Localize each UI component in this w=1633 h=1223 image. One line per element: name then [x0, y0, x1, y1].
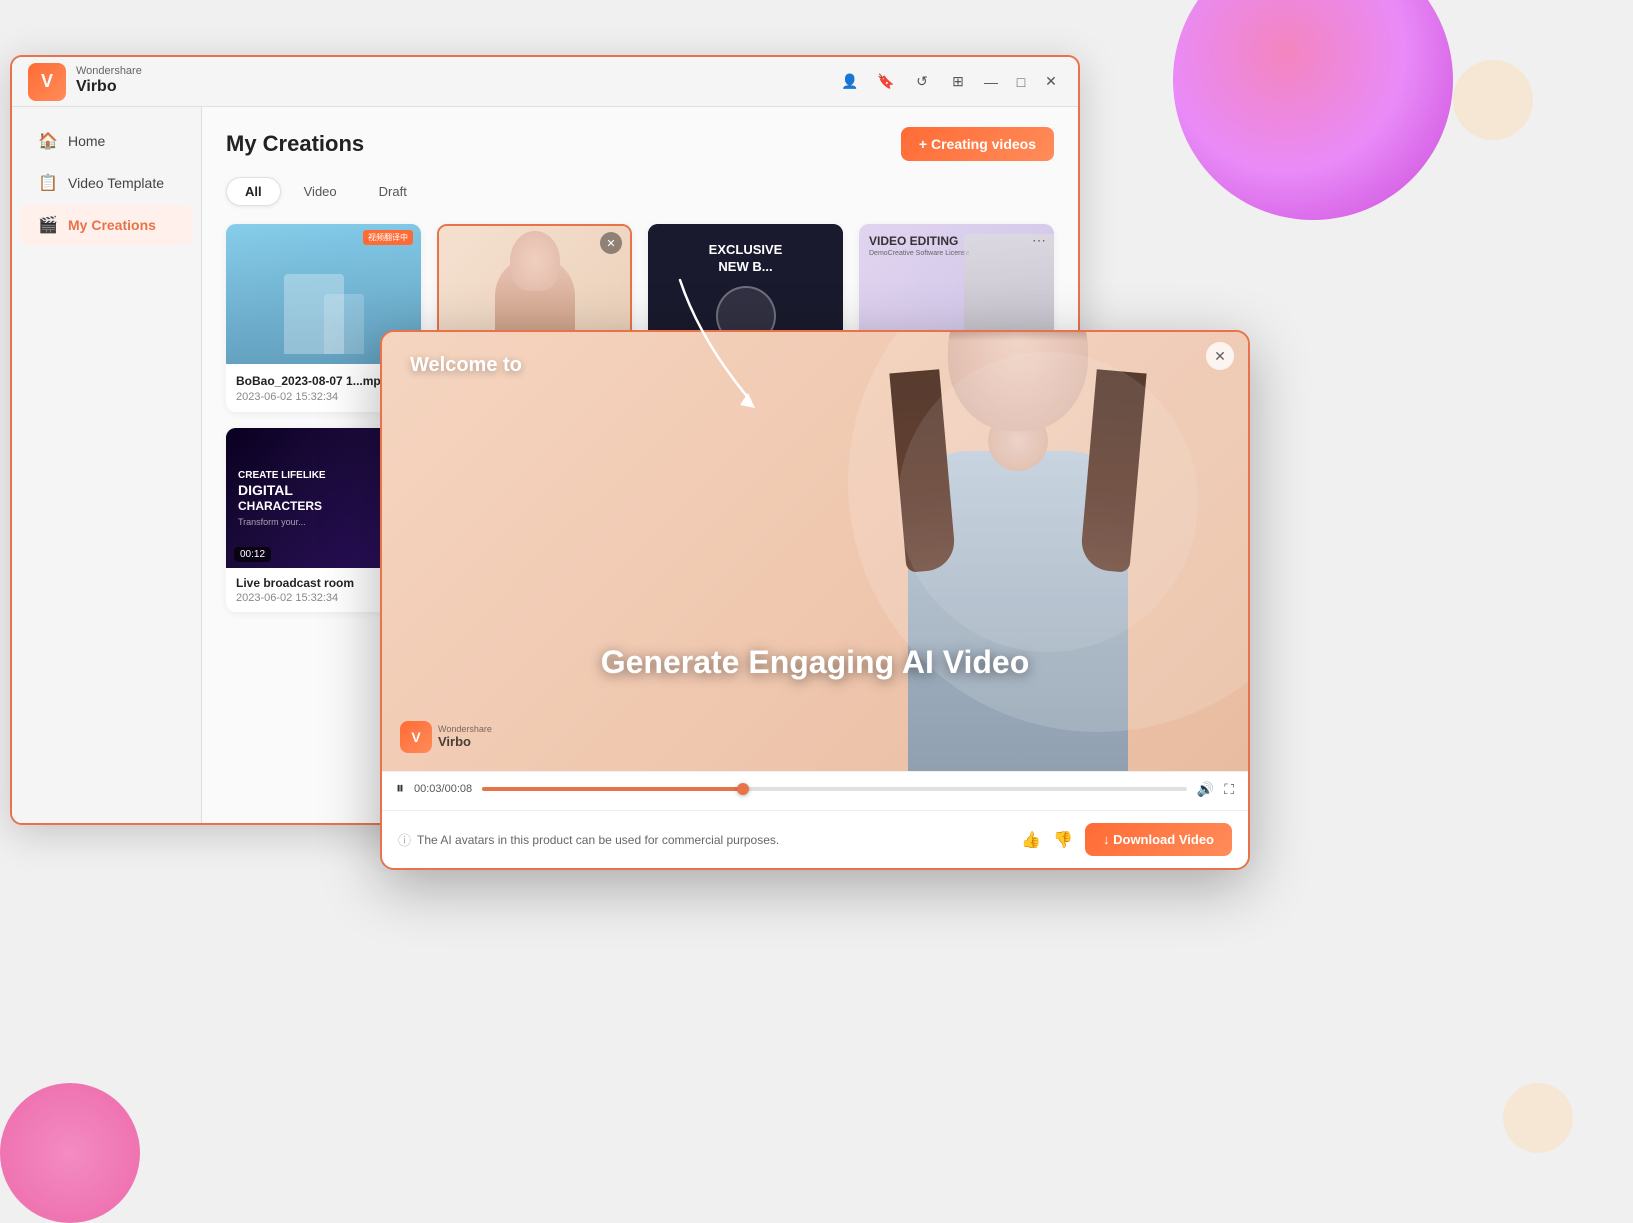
- app-logo: V: [28, 63, 66, 101]
- video-info-bar: ⓘ The AI avatars in this product can be …: [382, 810, 1248, 868]
- bookmark-icon[interactable]: 🔖: [872, 68, 900, 96]
- tab-draft[interactable]: Draft: [360, 177, 426, 206]
- video-controls: ⏸ 00:03/00:08 🔊 ⛶: [382, 771, 1248, 810]
- tab-all[interactable]: All: [226, 177, 281, 206]
- video-modal: Welcome to ✕ Generat: [380, 330, 1250, 870]
- fullscreen-icon[interactable]: ⛶: [1224, 781, 1234, 798]
- video-welcome-text: Welcome to: [410, 354, 522, 377]
- video-template-icon: 📋: [38, 173, 58, 193]
- bg-decoration-pink: [1173, 0, 1453, 220]
- brand-name-bottom: Virbo: [76, 77, 142, 96]
- info-text-container: ⓘ The AI avatars in this product can be …: [398, 830, 779, 849]
- sidebar-item-home[interactable]: 🏠 Home: [20, 121, 193, 161]
- home-icon: 🏠: [38, 131, 58, 151]
- brand-name-top: Wondershare: [76, 66, 142, 77]
- progress-thumb: [737, 783, 749, 795]
- time-display: 00:03/00:08: [414, 783, 472, 795]
- action-icons: 👍 👎 ↓ Download Video: [1021, 823, 1232, 856]
- video-duration-5: 00:12: [234, 547, 271, 562]
- bg-decoration-cream: [1453, 60, 1533, 140]
- create-videos-button[interactable]: + Creating videos: [901, 127, 1054, 161]
- ws-logo-in-video: V Wondershare Virbo: [400, 721, 492, 753]
- sidebar-label-my-creations: My Creations: [68, 217, 156, 233]
- sidebar-item-video-template[interactable]: 📋 Video Template: [20, 163, 193, 203]
- sidebar-label-video-template: Video Template: [68, 175, 164, 191]
- volume-icon[interactable]: 🔊: [1197, 781, 1214, 798]
- tabs-container: All Video Draft: [226, 177, 1054, 206]
- app-name: Wondershare Virbo: [76, 66, 142, 96]
- bg-decoration-cream-bottom: [1503, 1083, 1573, 1153]
- page-header: My Creations + Creating videos: [226, 127, 1054, 161]
- page-title: My Creations: [226, 131, 364, 157]
- video-badge-1: 视频翻译中: [363, 230, 413, 245]
- title-bar-left: V Wondershare Virbo: [28, 63, 142, 101]
- video-ai-text: Generate Engaging AI Video: [601, 644, 1030, 681]
- close-button[interactable]: ✕: [1040, 71, 1062, 93]
- sidebar-item-my-creations[interactable]: 🎬 My Creations: [20, 205, 193, 245]
- more-options-4[interactable]: ⋯: [1032, 232, 1046, 249]
- refresh-icon[interactable]: ↺: [908, 68, 936, 96]
- video-player-area: Welcome to ✕ Generat: [382, 332, 1248, 771]
- delete-btn-2[interactable]: ✕: [600, 232, 622, 254]
- my-creations-icon: 🎬: [38, 215, 58, 235]
- minimize-button[interactable]: —: [980, 71, 1002, 93]
- ws-logo-text: Wondershare Virbo: [438, 725, 492, 750]
- title-bar-controls: 👤 🔖 ↺ ⊞ — □ ✕: [836, 68, 1062, 96]
- sidebar-label-home: Home: [68, 133, 105, 149]
- ws-logo-icon: V: [400, 721, 432, 753]
- info-text: The AI avatars in this product can be us…: [417, 833, 779, 847]
- progress-bar[interactable]: [482, 787, 1187, 791]
- user-icon[interactable]: 👤: [836, 68, 864, 96]
- download-video-button[interactable]: ↓ Download Video: [1085, 823, 1232, 856]
- maximize-button[interactable]: □: [1010, 71, 1032, 93]
- progress-bar-container: ⏸ 00:03/00:08 🔊 ⛶: [396, 780, 1234, 798]
- play-pause-button[interactable]: ⏸: [396, 780, 404, 798]
- tab-video[interactable]: Video: [285, 177, 356, 206]
- thumbs-down-icon[interactable]: 👎: [1053, 830, 1073, 850]
- thumbs-up-icon[interactable]: 👍: [1021, 830, 1041, 850]
- bg-decoration-pink-bottom: [0, 1083, 140, 1223]
- grid-icon[interactable]: ⊞: [944, 68, 972, 96]
- info-icon: ⓘ: [398, 830, 411, 849]
- sidebar: 🏠 Home 📋 Video Template 🎬 My Creations: [12, 107, 202, 823]
- title-bar: V Wondershare Virbo 👤 🔖 ↺ ⊞ — □ ✕: [12, 57, 1078, 107]
- progress-fill: [482, 787, 743, 791]
